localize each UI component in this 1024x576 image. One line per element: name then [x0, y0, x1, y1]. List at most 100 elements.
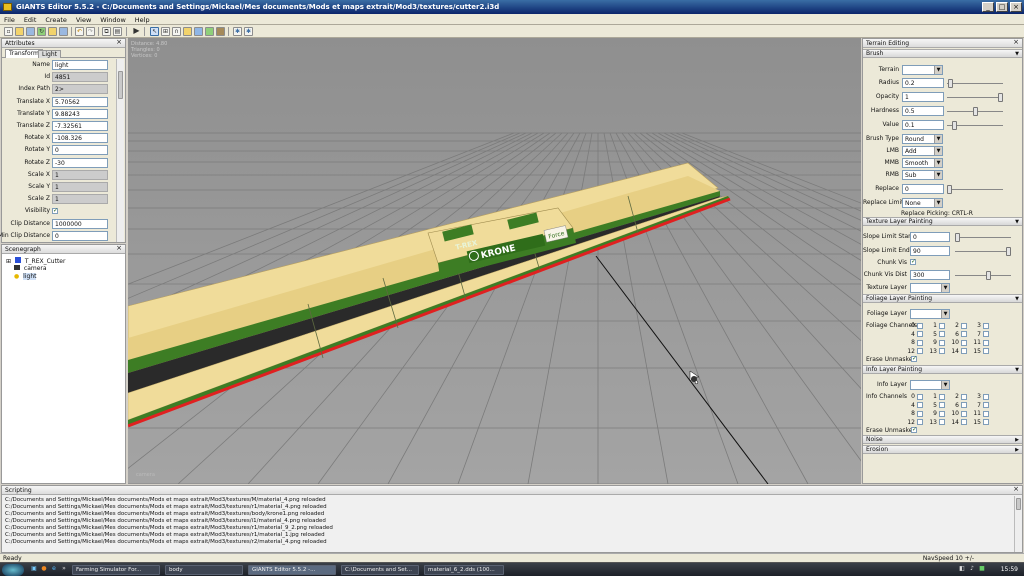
reload-icon[interactable]: ↻ [37, 27, 46, 36]
rmb-select[interactable]: Sub ▼ [902, 170, 943, 180]
close-icon[interactable]: × [116, 39, 122, 46]
start-button[interactable] [2, 564, 24, 576]
channel-checkbox[interactable] [917, 393, 923, 400]
channel-checkbox[interactable] [917, 339, 923, 346]
radius-slider[interactable] [947, 79, 1003, 88]
show-desktop-icon[interactable]: ▣ [30, 565, 38, 573]
attribute-value-input[interactable]: -30 [52, 157, 108, 168]
paste-icon[interactable]: ▤ [113, 27, 122, 36]
slope-end-input[interactable]: 90 [910, 246, 950, 256]
opacity-slider[interactable] [947, 93, 1003, 102]
channel-checkbox[interactable] [983, 419, 989, 425]
visibility-checkbox[interactable] [52, 207, 58, 215]
scale-tool-icon[interactable] [183, 27, 192, 36]
menu-edit[interactable]: Edit [24, 16, 37, 24]
brush-type-select[interactable]: Round ▼ [902, 134, 943, 144]
terrain-paint-icon[interactable] [205, 27, 214, 36]
menu-file[interactable]: File [4, 16, 15, 24]
attribute-value-input[interactable]: 0 [52, 230, 108, 241]
opacity-input[interactable]: 1 [902, 92, 944, 102]
attribute-value-input[interactable]: -108.326 [52, 133, 108, 144]
channel-checkbox[interactable] [961, 339, 967, 346]
channel-checkbox[interactable] [917, 410, 923, 417]
options-gear-icon[interactable]: ✱ [244, 27, 253, 36]
network-icon[interactable]: ◧ [958, 565, 966, 573]
slider-thumb[interactable] [955, 233, 960, 242]
channel-checkbox[interactable] [939, 410, 945, 417]
close-window-button[interactable]: × [1010, 2, 1022, 12]
ie-icon[interactable]: e [50, 565, 58, 573]
attributes-scrollbar[interactable] [116, 59, 124, 242]
channel-checkbox[interactable] [939, 348, 945, 354]
slider-thumb[interactable] [998, 93, 1003, 102]
channel-checkbox[interactable] [961, 331, 967, 337]
foliage-layer-select[interactable]: ▼ [910, 309, 950, 319]
taskbar-item-explorer[interactable]: C:\Documents and Set... [341, 565, 419, 575]
channel-checkbox[interactable] [983, 410, 989, 417]
slope-start-slider[interactable] [955, 233, 1011, 242]
channel-checkbox[interactable] [939, 322, 945, 329]
terrain-select[interactable]: ▼ [902, 65, 943, 75]
slope-start-input[interactable]: 0 [910, 232, 950, 242]
slope-end-slider[interactable] [955, 247, 1011, 256]
section-erosion[interactable]: Erosion ▶ [863, 445, 1022, 454]
mmb-select[interactable]: Smooth ▼ [902, 158, 943, 168]
attribute-value-input[interactable]: 1000000 [52, 218, 108, 229]
menu-create[interactable]: Create [45, 16, 67, 24]
channel-checkbox[interactable] [961, 419, 967, 425]
channel-checkbox[interactable] [939, 393, 945, 400]
info-erase-checkbox[interactable] [911, 426, 917, 433]
channel-checkbox[interactable] [917, 419, 923, 425]
channel-checkbox[interactable] [983, 339, 989, 346]
channel-checkbox[interactable] [917, 348, 923, 354]
channel-checkbox[interactable] [983, 402, 989, 408]
attribute-value-input[interactable]: 0 [52, 145, 108, 156]
channel-checkbox[interactable] [961, 410, 967, 417]
minimize-button[interactable]: _ [982, 2, 994, 12]
import-icon[interactable] [48, 27, 57, 36]
rotate-tool-icon[interactable]: ∩ [172, 27, 181, 36]
settings-gear-icon[interactable]: ✱ [233, 27, 242, 36]
channel-checkbox[interactable] [917, 322, 923, 329]
replace-input[interactable]: 0 [902, 184, 944, 194]
section-noise[interactable]: Noise ▶ [863, 435, 1022, 444]
play-icon[interactable]: ▶ [132, 27, 141, 36]
close-icon[interactable]: × [1013, 39, 1019, 46]
section-brush[interactable]: Brush ▼ [863, 49, 1022, 58]
channel-checkbox[interactable] [939, 339, 945, 346]
channel-checkbox[interactable] [961, 393, 967, 400]
channel-checkbox[interactable] [939, 419, 945, 425]
foliage-erase-checkbox[interactable] [911, 355, 917, 362]
redo-icon[interactable]: ↷ [86, 27, 95, 36]
scroll-thumb[interactable] [118, 71, 123, 99]
slider-thumb[interactable] [948, 79, 954, 88]
channel-checkbox[interactable] [983, 331, 989, 337]
terrain-sculpt-icon[interactable] [194, 27, 203, 36]
chunk-dist-input[interactable]: 300 [910, 270, 950, 280]
slider-thumb[interactable] [947, 185, 952, 194]
quicklaunch-more-icon[interactable]: » [60, 565, 68, 573]
channel-checkbox[interactable] [983, 348, 989, 354]
channel-checkbox[interactable] [939, 331, 945, 337]
section-texture-layer[interactable]: Texture Layer Painting ▼ [863, 217, 1022, 226]
close-icon[interactable]: × [116, 245, 122, 252]
channel-checkbox[interactable] [961, 348, 967, 354]
channel-checkbox[interactable] [917, 331, 923, 337]
channel-checkbox[interactable] [983, 393, 989, 400]
slider-thumb[interactable] [952, 121, 958, 130]
close-icon[interactable]: × [1013, 486, 1019, 493]
tree-item-root[interactable]: ⊞ T_REX_Cutter [6, 257, 65, 265]
taskbar-item-body[interactable]: body [165, 565, 243, 575]
channel-checkbox[interactable] [983, 322, 989, 329]
move-tool-icon[interactable]: ⊞ [161, 27, 170, 36]
3d-viewport[interactable]: KRONE Force T-REX Distance: 4.80 Triangl… [128, 38, 861, 484]
tree-item-camera[interactable]: camera [14, 265, 47, 272]
expand-icon[interactable]: ⊞ [6, 258, 11, 265]
select-tool-icon[interactable]: ↖ [150, 27, 159, 36]
slider-thumb[interactable] [1006, 247, 1011, 256]
chunk-dist-slider[interactable] [955, 271, 1011, 280]
attribute-value-input[interactable]: 9.88243 [52, 108, 108, 119]
channel-checkbox[interactable] [961, 322, 967, 329]
foliage-paint-icon[interactable] [216, 27, 225, 36]
undo-icon[interactable]: ↶ [75, 27, 84, 36]
